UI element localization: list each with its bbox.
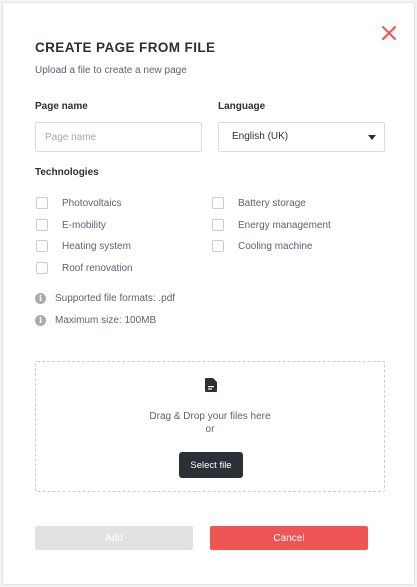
checkbox-battery-storage[interactable]: Battery storage	[212, 197, 306, 209]
checkbox-label: Photovoltaics	[62, 197, 122, 209]
checkbox-box[interactable]	[212, 197, 224, 209]
language-label: Language	[218, 101, 266, 112]
checkbox-photovoltaics[interactable]: Photovoltaics	[36, 197, 121, 209]
max-size-text: Maximum size: 100MB	[55, 315, 157, 326]
checkbox-box[interactable]	[212, 240, 224, 252]
file-dropzone[interactable]: Drag & Drop your files here or Select fi…	[35, 361, 385, 492]
checkbox-roof-renovation[interactable]: Roof renovation	[36, 262, 133, 274]
checkbox-label: Cooling machine	[238, 240, 313, 252]
add-button[interactable]: Add	[35, 526, 193, 550]
page-name-label: Page name	[35, 101, 88, 112]
supported-formats-note: i Supported file formats: .pdf	[35, 293, 175, 304]
create-page-dialog: CREATE PAGE FROM FILE Upload a file to c…	[2, 2, 415, 585]
checkbox-label: E-mobility	[62, 219, 106, 231]
dropzone-or: or	[205, 424, 215, 435]
checkbox-box[interactable]	[36, 197, 48, 209]
checkbox-label: Battery storage	[238, 197, 306, 209]
checkbox-energy-management[interactable]: Energy management	[212, 219, 331, 231]
file-icon	[205, 378, 217, 392]
checkbox-box[interactable]	[36, 262, 48, 274]
checkbox-box[interactable]	[36, 219, 48, 231]
checkbox-label: Roof renovation	[62, 262, 133, 274]
cancel-button[interactable]: Cancel	[210, 526, 368, 550]
select-file-button[interactable]: Select file	[179, 452, 243, 478]
dialog-subtitle: Upload a file to create a new page	[35, 65, 187, 76]
language-select[interactable]: English (UK)	[218, 122, 385, 152]
checkbox-heating-system[interactable]: Heating system	[36, 240, 131, 252]
chevron-down-icon	[368, 135, 376, 140]
checkbox-cooling-machine[interactable]: Cooling machine	[212, 240, 313, 252]
checkbox-box[interactable]	[212, 219, 224, 231]
language-select-value: English (UK)	[232, 131, 289, 142]
checkbox-label: Energy management	[238, 219, 331, 231]
close-icon[interactable]	[379, 23, 399, 43]
page-name-input[interactable]	[35, 122, 202, 152]
technologies-label: Technologies	[35, 167, 99, 178]
info-icon: i	[35, 293, 46, 304]
checkbox-e-mobility[interactable]: E-mobility	[36, 219, 106, 231]
supported-formats-text: Supported file formats: .pdf	[55, 293, 176, 304]
checkbox-box[interactable]	[36, 240, 48, 252]
info-icon: i	[35, 315, 46, 326]
dialog-title: CREATE PAGE FROM FILE	[35, 40, 216, 55]
max-size-note: i Maximum size: 100MB	[35, 315, 156, 326]
dropzone-instructions: Drag & Drop your files here	[149, 411, 271, 422]
checkbox-label: Heating system	[62, 240, 131, 252]
